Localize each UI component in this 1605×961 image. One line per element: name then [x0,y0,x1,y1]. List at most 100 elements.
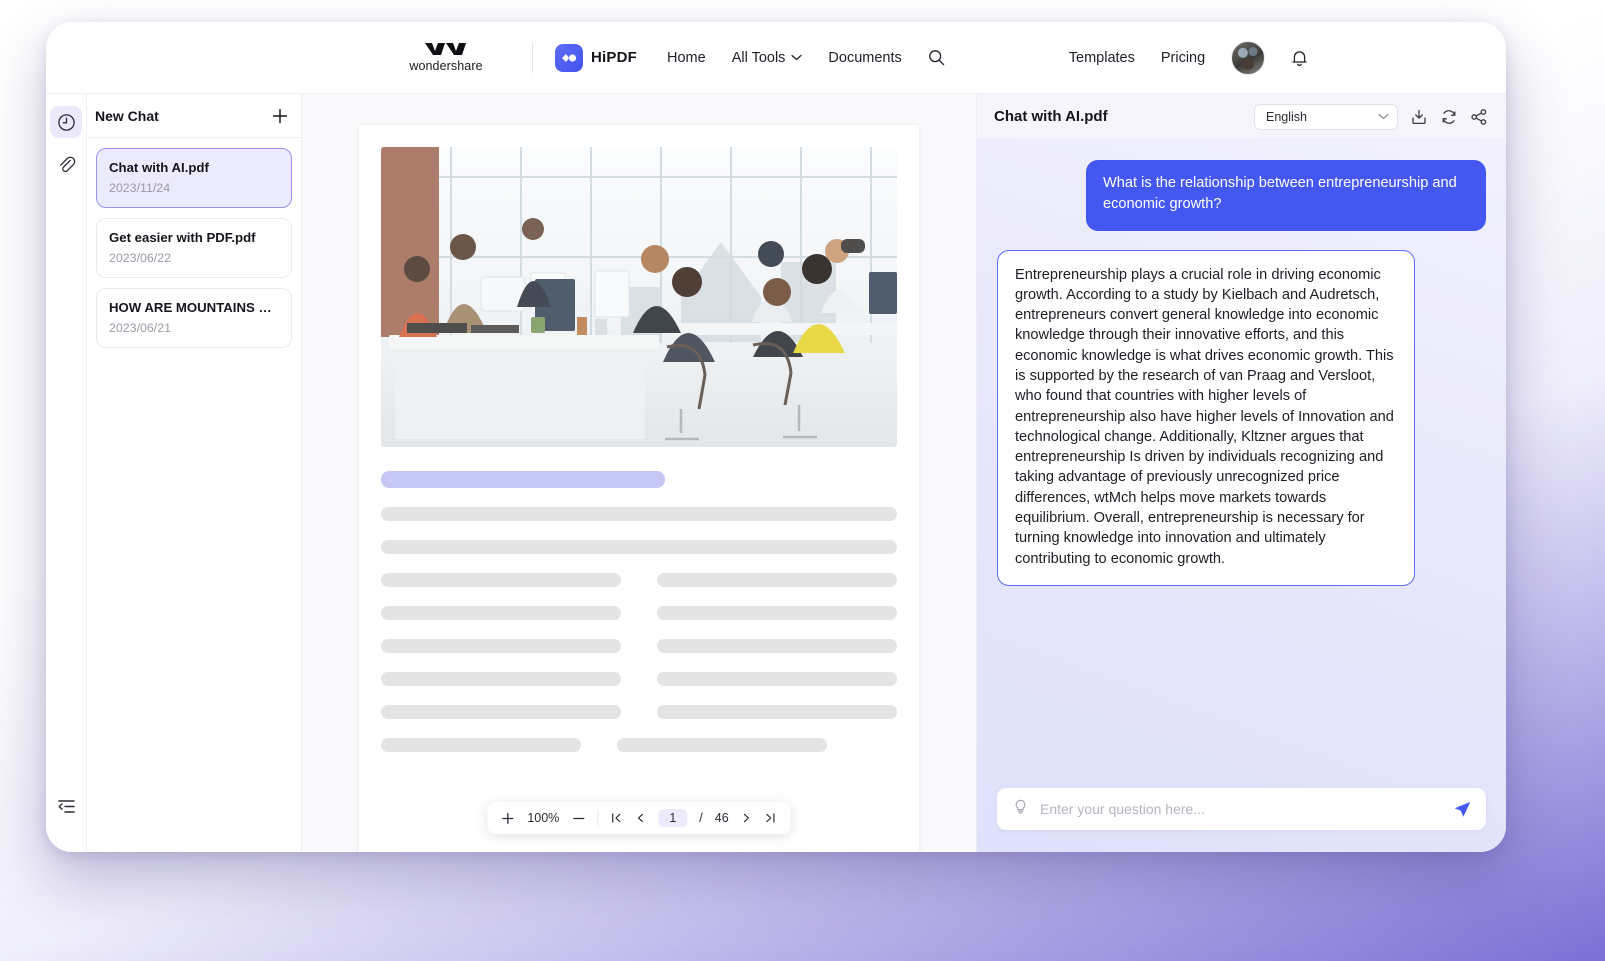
new-chat-label: New Chat [95,107,159,124]
chat-message-assistant: Entrepreneurship plays a crucial role in… [997,249,1415,586]
search-button[interactable] [928,49,945,66]
zoom-in-button[interactable] [501,812,514,825]
nav-item-templates[interactable]: Templates [1069,50,1135,66]
pdf-skeleton-line [657,639,897,653]
wondershare-brand[interactable]: wondershare [386,42,506,73]
zoom-level-label[interactable]: 100% [526,811,560,825]
next-page-button[interactable] [741,812,753,824]
pdf-skeleton-columns [381,639,897,653]
last-page-button[interactable] [765,812,777,824]
chat-input[interactable] [1040,801,1442,817]
minus-icon [573,817,585,819]
collapse-sidebar-button[interactable] [50,790,82,822]
chat-list-header: New Chat [87,94,301,138]
chat-item-name: Get easier with PDF.pdf [109,230,256,245]
nav-item-documents-label: Documents [828,49,902,66]
pdf-skeleton-line [617,738,827,752]
collapse-sidebar-icon [57,799,75,813]
hipdf-logo-icon [555,43,583,72]
nav-divider [532,42,533,73]
pdf-skeleton-line [657,705,897,719]
chat-items-container: Chat with AI.pdf 2023/11/24 Get easier w… [87,138,301,358]
chat-list-sidebar: New Chat Chat with AI.pdf 2023/11/24 Get… [87,94,302,852]
chat-document-title: Chat with AI.pdf [994,108,1108,125]
pdf-skeleton-columns [381,573,897,587]
nav-item-all-tools-label: All Tools [731,49,786,66]
chevron-down-icon [791,54,803,61]
share-button[interactable] [1470,108,1488,126]
pdf-skeleton-columns [381,738,897,752]
chat-panel: Chat with AI.pdf English What is the rel… [976,94,1506,852]
prev-page-button[interactable] [634,812,646,824]
app-body: New Chat Chat with AI.pdf 2023/11/24 Get… [46,94,1506,852]
office-meeting-photo [381,147,897,447]
chat-composer [997,788,1486,830]
chat-list-item-1[interactable]: Get easier with PDF.pdf 2023/06/22 [96,218,292,278]
first-page-button[interactable] [610,812,622,824]
nav-item-pricing[interactable]: Pricing [1161,50,1205,66]
wondershare-brand-name: wondershare [409,59,483,73]
nav-item-pricing-label: Pricing [1160,49,1206,66]
hipdf-logo-link[interactable]: HiPDF [555,43,637,72]
chat-item-date: 2023/11/24 [109,181,171,195]
pdf-skeleton-columns [381,705,897,719]
app-root: wondershare HiPDF Home All Tools Documen… [0,0,1605,961]
send-button[interactable] [1453,800,1472,819]
chat-messages: What is the relationship between entrepr… [977,140,1506,788]
nav-item-home[interactable]: Home [667,50,706,66]
plus-icon [272,108,288,123]
pdf-skeleton-columns [381,606,897,620]
attachment-icon [59,156,75,172]
avatar[interactable] [1231,40,1266,75]
rail-item-history[interactable] [50,106,82,138]
history-icon [57,113,75,131]
download-button[interactable] [1410,108,1428,126]
share-icon [1471,108,1487,125]
pdf-skeleton-columns [381,672,897,686]
chat-list-item-0[interactable]: Chat with AI.pdf 2023/11/24 [96,148,292,208]
chat-panel-header: Chat with AI.pdf English [977,94,1506,140]
plus-icon [502,812,514,824]
nav-item-documents[interactable]: Documents [828,50,901,66]
top-navigation-bar: wondershare HiPDF Home All Tools Documen… [46,22,1506,94]
chevron-down-icon [1378,113,1389,120]
nav-right-group: Templates Pricing [1069,40,1308,75]
pdf-skeleton-line [381,639,621,653]
refresh-button[interactable] [1440,108,1458,126]
main-nav-links: Home All Tools Documents [667,49,945,66]
pdf-skeleton-line [381,672,621,686]
toolbar-divider [597,810,599,826]
pdf-skeleton-line [657,573,897,587]
language-select-value: English [1266,109,1307,124]
chat-list-item-2[interactable]: HOW ARE MOUNTAINS FOR... 2023/06/21 [96,288,292,348]
language-select[interactable]: English [1254,103,1398,130]
pdf-skeleton-line [657,606,897,620]
rail-item-attachments[interactable] [50,148,82,180]
pdf-skeleton-line [381,606,621,620]
pdf-skeleton-line [381,705,621,719]
pdf-viewer: 100% 1 / 46 [302,94,976,852]
send-paper-plane-icon [1454,801,1471,817]
pdf-skeleton-line [657,672,897,686]
zoom-out-button[interactable] [572,812,585,825]
pdf-skeleton-line [381,573,621,587]
pdf-page [359,125,919,852]
current-page-input[interactable]: 1 [658,809,688,827]
wondershare-logo-icon [425,43,466,55]
hipdf-product-name: HiPDF [591,49,637,66]
pdf-skeleton-line [381,738,581,752]
notification-bell-icon [1292,50,1307,66]
new-chat-button[interactable] [271,107,289,125]
last-page-icon [766,813,775,823]
notifications-button[interactable] [1291,49,1308,67]
nav-item-all-tools[interactable]: All Tools [732,50,803,66]
pdf-toolbar: 100% 1 / 46 [487,802,791,834]
chat-message-user: What is the relationship between entrepr… [1086,160,1486,231]
browser-window: wondershare HiPDF Home All Tools Documen… [46,22,1506,852]
refresh-icon [1442,109,1456,124]
chat-item-date: 2023/06/22 [109,251,172,265]
search-icon [928,50,945,66]
total-pages-label: 46 [714,811,729,825]
nav-item-home-label: Home [667,49,706,66]
pdf-skeleton-title [381,471,665,488]
